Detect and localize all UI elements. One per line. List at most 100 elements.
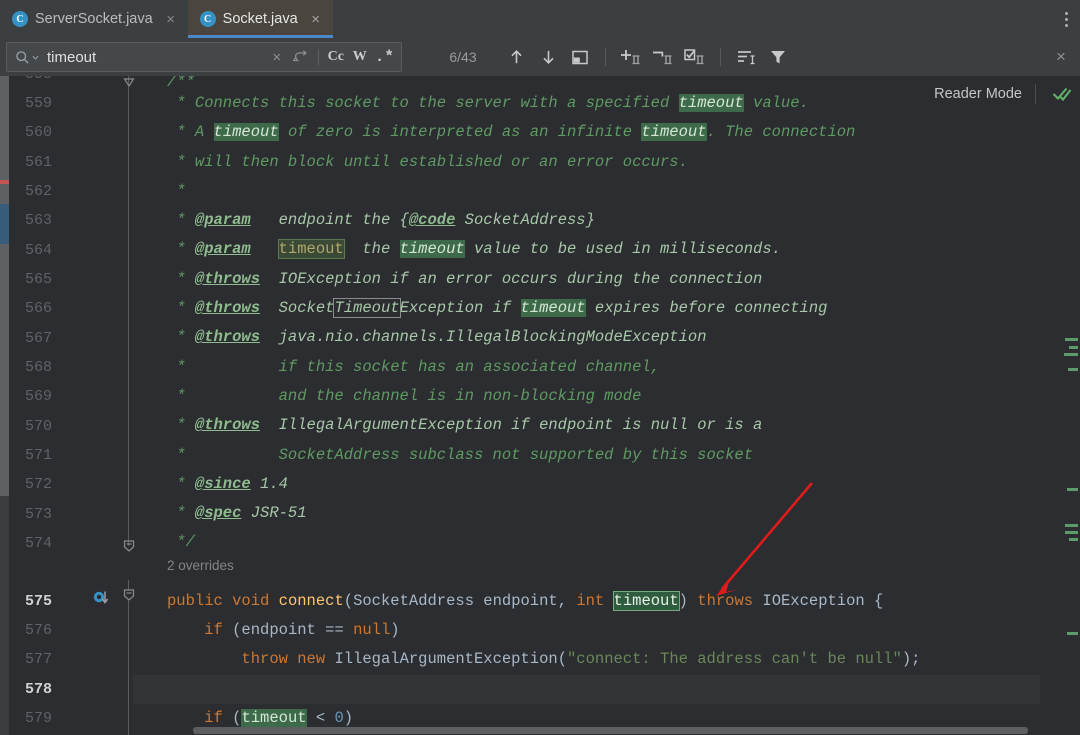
- error-marker[interactable]: [0, 180, 9, 184]
- code-token: (SocketAddress endpoint,: [344, 592, 577, 610]
- scrollbar-thumb[interactable]: [0, 76, 9, 496]
- code-line[interactable]: /**: [133, 76, 1040, 89]
- code-line[interactable]: */: [133, 528, 1040, 557]
- code-line[interactable]: * A timeout of zero is interpreted as an…: [133, 118, 1040, 147]
- code-line[interactable]: * and the channel is in non-blocking mod…: [133, 382, 1040, 411]
- code-line[interactable]: * Connects this socket to the server wit…: [133, 89, 1040, 118]
- remove-occurrence-icon[interactable]: [649, 44, 677, 70]
- close-icon[interactable]: ×: [309, 12, 323, 27]
- code-token: Exception if: [400, 299, 521, 317]
- code-line[interactable]: * SocketAddress subclass not supported b…: [133, 441, 1040, 470]
- code-token: of zero is interpreted as an infinite: [279, 123, 642, 141]
- search-match-marker[interactable]: [1069, 538, 1078, 541]
- search-match-marker[interactable]: [1065, 524, 1078, 527]
- fold-rail: [128, 600, 129, 735]
- code-line[interactable]: *: [133, 177, 1040, 206]
- search-match: timeout: [241, 709, 306, 727]
- filter-icon[interactable]: [764, 44, 792, 70]
- code-token: IllegalArgumentException(: [325, 650, 567, 668]
- search-match-marker[interactable]: [1065, 338, 1078, 341]
- previous-occurrence-icon[interactable]: [502, 44, 530, 70]
- code-token: 0: [334, 709, 343, 727]
- code-line[interactable]: * @spec JSR-51: [133, 499, 1040, 528]
- java-class-icon: C: [12, 11, 28, 27]
- search-query-text[interactable]: timeout: [47, 49, 265, 66]
- overridden-method-icon[interactable]: [93, 590, 109, 606]
- search-icon[interactable]: [15, 50, 39, 65]
- select-all-occurrences-icon[interactable]: [681, 44, 709, 70]
- editor-marker-gutter[interactable]: [1062, 76, 1080, 735]
- code-line[interactable]: * will then block until established or a…: [133, 148, 1040, 177]
- search-match-marker[interactable]: [1067, 632, 1078, 635]
- code-token: *: [167, 475, 195, 493]
- filter-search-results-icon[interactable]: [732, 44, 760, 70]
- code-token: new: [297, 650, 325, 668]
- code-line[interactable]: * @since 1.4: [133, 470, 1040, 499]
- line-number: 572: [9, 470, 133, 499]
- code-line[interactable]: * @throws IllegalArgumentException if en…: [133, 411, 1040, 440]
- code-line[interactable]: * @param timeout the timeout value to be…: [133, 235, 1040, 264]
- editor-tab-bar: C ServerSocket.java × C Socket.java ×: [0, 0, 1080, 38]
- left-scrollbar-strip[interactable]: [0, 76, 9, 735]
- editor-tab-serversocket[interactable]: C ServerSocket.java ×: [0, 0, 188, 38]
- code-line[interactable]: * @throws SocketTimeoutException if time…: [133, 294, 1040, 323]
- code-token: * will then block until established or a…: [167, 153, 688, 171]
- reader-mode-label[interactable]: Reader Mode: [934, 86, 1022, 102]
- match-counter: 6/43: [440, 49, 486, 65]
- match-case-toggle[interactable]: Cc: [324, 45, 348, 69]
- line-number: 578: [9, 675, 133, 704]
- code-token: if: [204, 709, 223, 727]
- horizontal-scrollbar[interactable]: [133, 726, 1062, 735]
- search-match-marker[interactable]: [1068, 368, 1078, 371]
- line-number: 563: [9, 206, 133, 235]
- code-token: *: [167, 182, 186, 200]
- next-occurrence-icon[interactable]: [534, 44, 562, 70]
- close-find-icon[interactable]: ×: [1046, 42, 1076, 72]
- search-match-marker[interactable]: [1064, 353, 1078, 356]
- search-match-outline: Timeout: [334, 299, 399, 317]
- code-token: */: [167, 533, 195, 551]
- code-editor[interactable]: 558 559 560 561 562 563 564 565 566 567 …: [0, 76, 1080, 735]
- changed-lines-marker[interactable]: [0, 204, 9, 244]
- search-input[interactable]: timeout × Cc W .*: [6, 42, 402, 72]
- javadoc-tag: @throws: [195, 328, 260, 346]
- add-selection-next-occurrence-icon[interactable]: [617, 44, 645, 70]
- search-match-marker[interactable]: [1065, 531, 1078, 534]
- javadoc-tag: @since: [195, 475, 251, 493]
- code-token: JSR-51: [241, 504, 306, 522]
- code-token: Socket: [260, 299, 334, 317]
- code-line[interactable]: * @param endpoint the {@code SocketAddre…: [133, 206, 1040, 235]
- scrollbar-thumb[interactable]: [193, 727, 1028, 734]
- code-line[interactable]: if (endpoint == null): [133, 616, 1040, 645]
- code-line[interactable]: public void connect(SocketAddress endpoi…: [133, 587, 1040, 616]
- code-line[interactable]: * @throws IOException if an error occurs…: [133, 265, 1040, 294]
- code-text-area[interactable]: /** * Connects this socket to the server…: [133, 76, 1040, 735]
- search-match-marker[interactable]: [1067, 488, 1078, 491]
- code-token: [251, 240, 279, 258]
- clear-search-icon[interactable]: ×: [265, 45, 289, 69]
- editor-tab-label: Socket.java: [223, 11, 298, 27]
- code-token: ): [390, 621, 399, 639]
- words-toggle[interactable]: W: [348, 45, 372, 69]
- line-number-gutter[interactable]: 558 559 560 561 562 563 564 565 566 567 …: [9, 76, 133, 735]
- line-number: 565: [9, 265, 133, 294]
- code-token: void: [232, 592, 269, 610]
- inlay-hint-row[interactable]: 2 overrides: [133, 558, 1040, 587]
- line-number: 567: [9, 324, 133, 353]
- code-token: if: [204, 621, 223, 639]
- code-line[interactable]: * if this socket has an associated chann…: [133, 353, 1040, 382]
- search-history-icon[interactable]: [289, 45, 313, 69]
- more-options-icon[interactable]: [1052, 0, 1080, 38]
- open-in-find-window-icon[interactable]: [566, 44, 594, 70]
- editor-tab-socket[interactable]: C Socket.java ×: [188, 0, 333, 38]
- overrides-inlay-hint[interactable]: 2 overrides: [133, 558, 1040, 573]
- close-icon[interactable]: ×: [164, 12, 178, 27]
- code-line[interactable]: * @throws java.nio.channels.IllegalBlock…: [133, 323, 1040, 352]
- line-number: 562: [9, 177, 133, 206]
- current-code-line[interactable]: [133, 675, 1040, 704]
- code-token: (endpoint ==: [223, 621, 353, 639]
- code-line[interactable]: throw new IllegalArgumentException("conn…: [133, 645, 1040, 674]
- code-token: value.: [744, 94, 809, 112]
- search-match-marker[interactable]: [1069, 346, 1078, 349]
- regex-toggle[interactable]: .*: [372, 45, 397, 69]
